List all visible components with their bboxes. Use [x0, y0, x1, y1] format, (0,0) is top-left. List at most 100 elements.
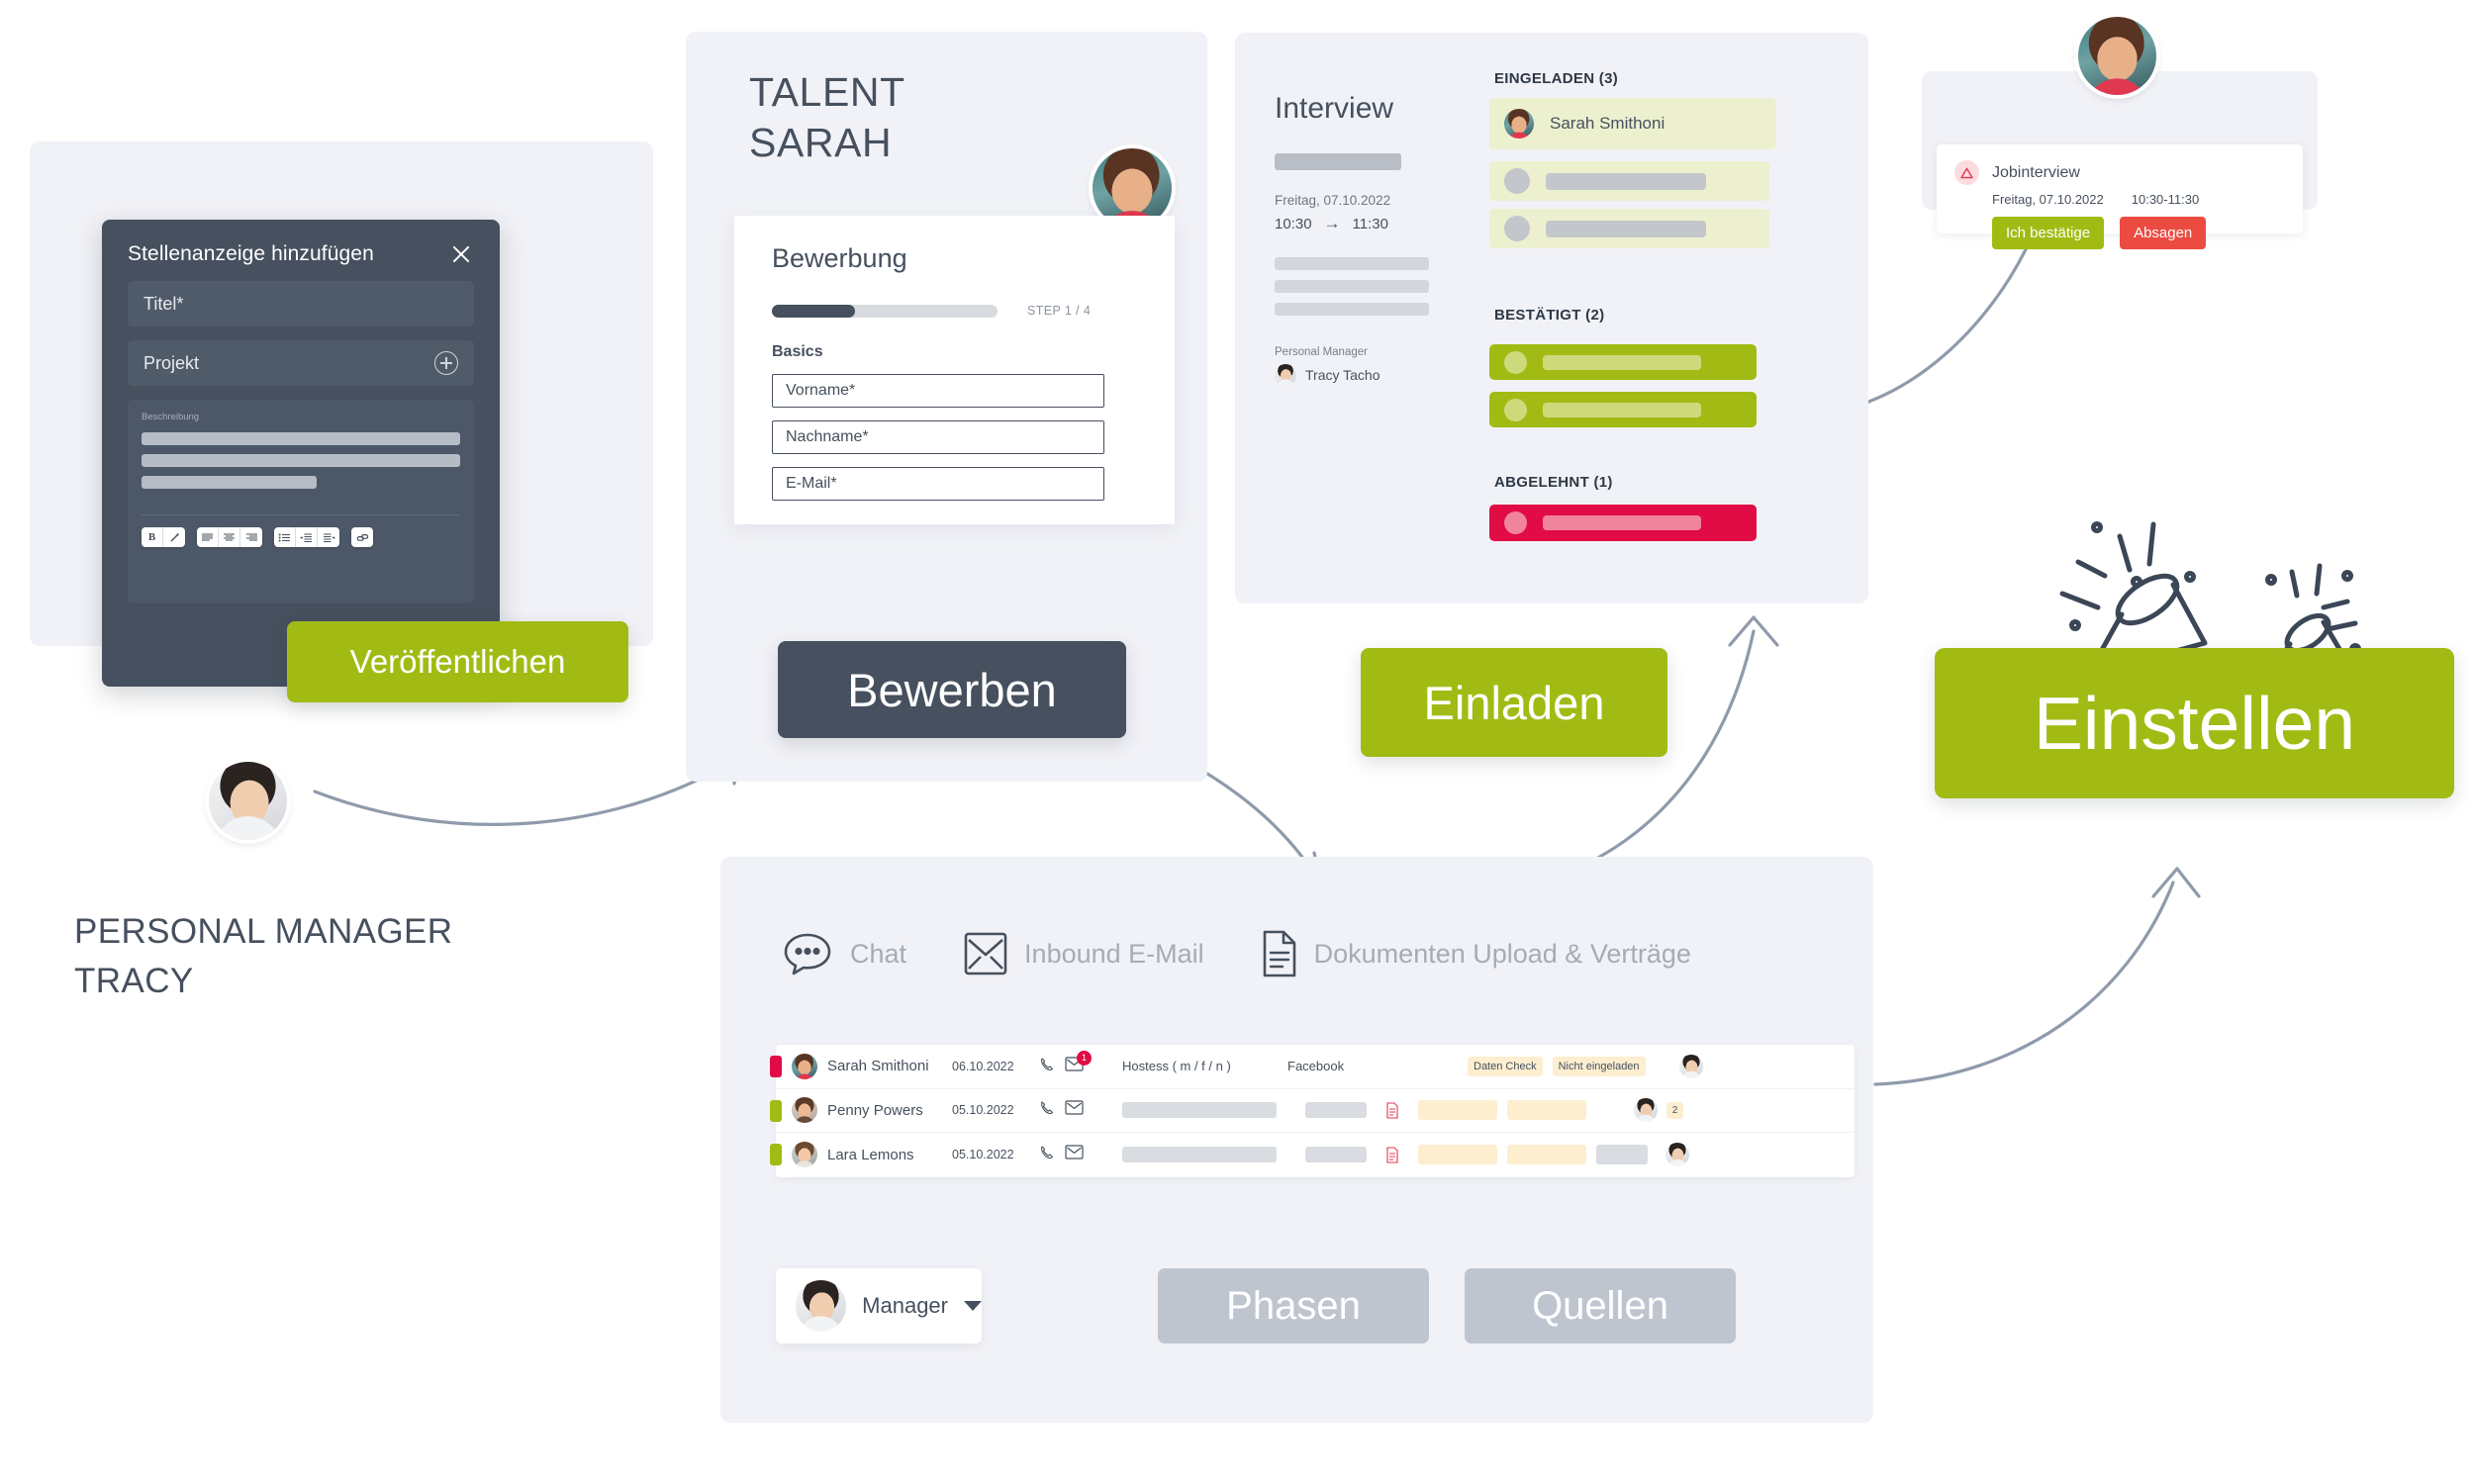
close-icon[interactable] [448, 241, 474, 267]
phases-button[interactable]: Phasen [1158, 1268, 1429, 1344]
document-red-icon[interactable] [1367, 1102, 1418, 1119]
interview-placeholder-line [1275, 280, 1429, 293]
warning-triangle-icon [1954, 160, 1979, 185]
table-row[interactable]: Lara Lemons 05.10.2022 [770, 1133, 1855, 1177]
plus-circle-icon[interactable] [434, 351, 458, 375]
description-editor[interactable]: Beschreibung B [128, 400, 474, 603]
feature-row: Chat Inbound E-Mail Dokumenten Upload & … [782, 930, 1749, 977]
hire-button[interactable]: Einstellen [1935, 648, 2454, 798]
invited-name-sarah: Sarah Smithoni [1550, 114, 1665, 133]
avatar-placeholder [1504, 216, 1530, 241]
title-field[interactable]: Titel* [128, 281, 474, 326]
project-field[interactable]: Projekt [128, 340, 474, 386]
envelope-icon[interactable] [1065, 1145, 1104, 1164]
last-name-input[interactable]: Nachname* [772, 420, 1104, 454]
envelope-icon[interactable]: 1 [1065, 1050, 1104, 1076]
bullet-list-icon[interactable] [274, 527, 296, 547]
feature-inbound-email[interactable]: Inbound E-Mail [964, 931, 1204, 976]
avatar [792, 1097, 817, 1124]
applicant-date: 05.10.2022 [952, 1148, 1014, 1162]
confirmed-card[interactable] [1489, 344, 1757, 380]
tracy-avatar-small [1275, 364, 1296, 386]
mail-count-badge: 1 [1077, 1050, 1092, 1066]
interview-pm-row: Tracy Tacho [1275, 364, 1380, 386]
publish-button-label: Veröffentlichen [349, 643, 566, 680]
phone-icon[interactable] [1039, 1145, 1065, 1164]
tag-placeholder[interactable] [1418, 1100, 1497, 1121]
tag-nicht-eingeladen[interactable]: Nicht eingeladen [1552, 1056, 1646, 1076]
name-placeholder [1546, 172, 1706, 190]
italic-icon[interactable] [163, 527, 185, 547]
bold-icon[interactable]: B [142, 527, 163, 547]
confirm-button[interactable]: Ich bestätige [1992, 217, 2105, 249]
rejected-card[interactable] [1489, 505, 1757, 541]
cell-placeholder [1305, 1147, 1367, 1163]
assigned-manager-avatar [1678, 1054, 1703, 1078]
interview-pm-name: Tracy Tacho [1305, 367, 1380, 383]
feature-documents[interactable]: Dokumenten Upload & Verträge [1262, 930, 1691, 977]
pm-caption-line1: PERSONAL MANAGER [74, 912, 453, 951]
applicant-position: Hostess ( m / f / n ) [1122, 1059, 1231, 1074]
sources-button[interactable]: Quellen [1465, 1268, 1736, 1344]
table-row[interactable]: Sarah Smithoni 06.10.2022 1 Hostess ( m … [770, 1045, 1855, 1089]
form-section-heading: Basics [772, 343, 823, 360]
tag-daten-check[interactable]: Daten Check [1468, 1056, 1543, 1076]
align-center-icon[interactable] [219, 527, 240, 547]
first-name-input[interactable]: Vorname* [772, 374, 1104, 408]
decline-button[interactable]: Absagen [2120, 217, 2207, 249]
jobinterview-notification-card: Jobinterview Freitag, 07.10.2022 10:30-1… [1937, 144, 2303, 249]
indent-decrease-icon[interactable] [318, 527, 339, 547]
talent-title-line1: TALENT [749, 69, 905, 115]
avatar-placeholder [1504, 511, 1527, 534]
tag-placeholder[interactable] [1418, 1145, 1497, 1165]
notification-meta: Freitag, 07.10.2022 10:30-11:30 [1992, 192, 2303, 207]
align-right-icon[interactable] [240, 527, 262, 547]
name-placeholder [1543, 402, 1701, 417]
invite-button[interactable]: Einladen [1361, 648, 1667, 757]
personal-manager-caption: PERSONAL MANAGER TRACY [74, 907, 452, 1006]
feature-chat[interactable]: Chat [782, 931, 906, 976]
indent-increase-icon[interactable] [296, 527, 318, 547]
description-label: Beschreibung [142, 412, 200, 422]
chevron-down-icon[interactable] [964, 1301, 982, 1311]
cell-placeholder [1122, 1102, 1277, 1119]
progress-track [772, 304, 998, 318]
applicant-date: 05.10.2022 [952, 1103, 1014, 1118]
avatar-placeholder [1504, 168, 1530, 194]
envelope-icon[interactable] [1065, 1100, 1104, 1120]
email-input[interactable]: E-Mail* [772, 467, 1104, 501]
row-status-stripe [770, 1099, 782, 1122]
link-icon[interactable] [351, 527, 373, 547]
tag-placeholder[interactable] [1507, 1100, 1586, 1121]
job-ad-dialog: Stellenanzeige hinzufügen Titel* Projekt… [102, 220, 500, 687]
applicant-name: Lara Lemons [827, 1146, 914, 1163]
feature-inbound-email-label: Inbound E-Mail [1024, 938, 1204, 969]
invited-card[interactable] [1489, 161, 1769, 201]
invited-card[interactable] [1489, 209, 1769, 248]
document-red-icon[interactable] [1367, 1147, 1418, 1163]
apply-button[interactable]: Bewerben [778, 641, 1126, 738]
interview-time-start: 10:30 [1275, 215, 1312, 232]
invited-card-sarah[interactable]: Sarah Smithoni [1489, 98, 1776, 149]
notification-title: Jobinterview [1992, 163, 2080, 181]
publish-button[interactable]: Veröffentlichen [287, 621, 628, 702]
phone-icon[interactable] [1039, 1057, 1065, 1076]
row-status-stripe [770, 1056, 782, 1077]
group-heading-abgelehnt: ABGELEHNT (1) [1494, 474, 1613, 491]
first-name-placeholder: Vorname* [786, 382, 856, 399]
toolbar-divider [142, 514, 460, 515]
title-field-label: Titel* [143, 293, 184, 314]
manager-select[interactable]: Manager [776, 1268, 982, 1344]
align-left-icon[interactable] [197, 527, 219, 547]
notification-date: Freitag, 07.10.2022 [1992, 192, 2104, 207]
talent-title: TALENT SARAH [749, 67, 905, 168]
interview-title: Interview [1275, 92, 1394, 125]
table-row[interactable]: Penny Powers 05.10.2022 2 [770, 1089, 1855, 1134]
group-heading-bestaetigt: BESTÄTIGT (2) [1494, 307, 1605, 324]
interview-placeholder-line [1275, 257, 1429, 270]
confirmed-card[interactable] [1489, 392, 1757, 427]
feature-chat-label: Chat [850, 938, 907, 969]
interview-date: Freitag, 07.10.2022 [1275, 193, 1391, 208]
tag-placeholder[interactable] [1507, 1145, 1586, 1165]
phone-icon[interactable] [1039, 1100, 1065, 1120]
